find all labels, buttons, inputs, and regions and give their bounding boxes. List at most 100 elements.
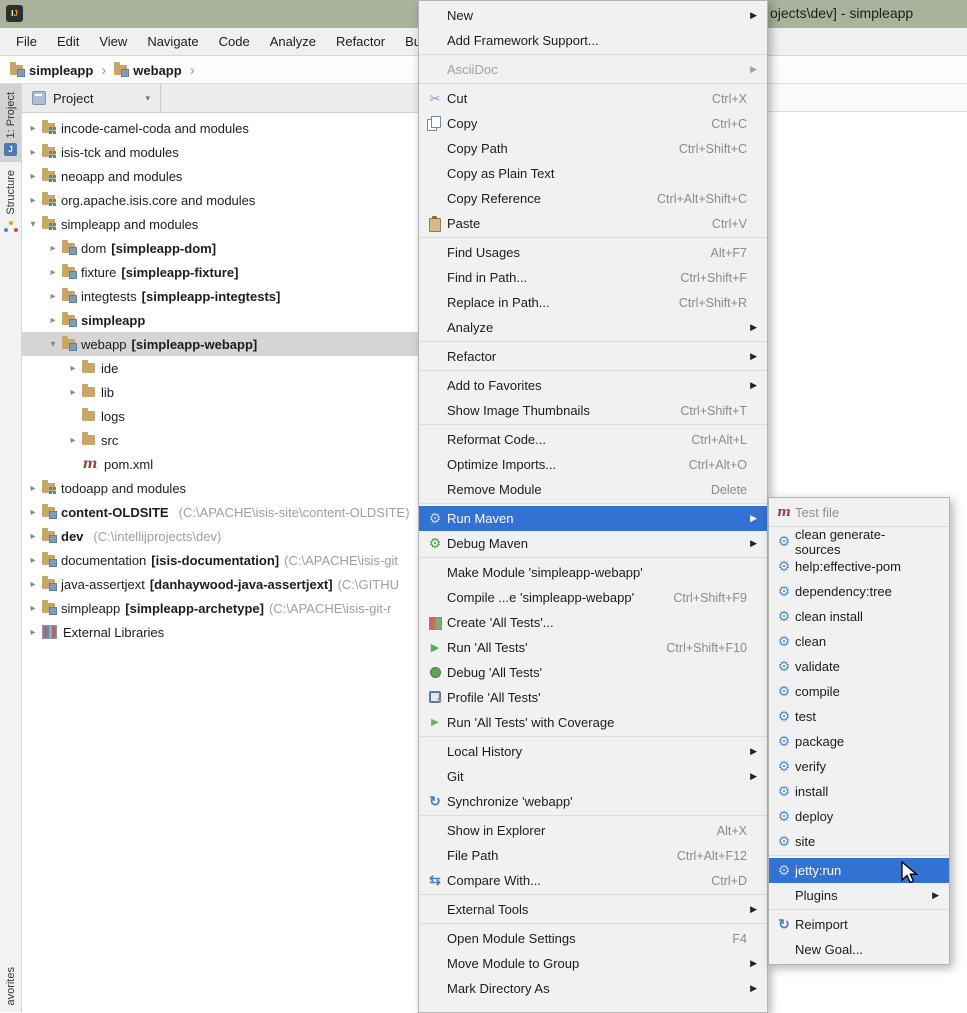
menu-item[interactable]: ⇆ Compare With... Ctrl+D (419, 868, 767, 893)
tree-row[interactable]: ▸ incode-camel-coda and modules (22, 116, 420, 140)
menu-item[interactable]: New ▶ (419, 3, 767, 28)
tree-row[interactable]: ▸ todoapp and modules (22, 476, 420, 500)
maven-goal-item[interactable]: ⚙ validate (769, 654, 949, 679)
tool-window-button[interactable]: avorites (0, 959, 21, 1012)
tree-row[interactable]: ▸ isis-tck and modules (22, 140, 420, 164)
menu-item[interactable]: AsciiDoc ▶ (419, 57, 767, 82)
menu-bar-item[interactable]: View (89, 34, 137, 49)
maven-goal-item[interactable]: m Test file (769, 500, 949, 525)
tree-expand-arrow-icon[interactable]: ▸ (24, 483, 42, 494)
menu-item[interactable]: ⚙ Debug Maven ▶ (419, 531, 767, 556)
tree-expand-arrow-icon[interactable]: ▸ (24, 531, 42, 542)
menu-item[interactable] (419, 340, 767, 344)
menu-item[interactable]: ✂ Cut Ctrl+X (419, 86, 767, 111)
menu-item[interactable]: Show in Explorer Alt+X (419, 818, 767, 843)
menu-item[interactable] (419, 423, 767, 427)
menu-item[interactable]: Copy as Plain Text (419, 161, 767, 186)
menu-item[interactable]: Copy Path Ctrl+Shift+C (419, 136, 767, 161)
menu-item[interactable]: External Tools ▶ (419, 897, 767, 922)
menu-item[interactable]: Show Image Thumbnails Ctrl+Shift+T (419, 398, 767, 423)
menu-item[interactable]: Find Usages Alt+F7 (419, 240, 767, 265)
tree-expand-arrow-icon[interactable]: ▸ (44, 291, 62, 302)
tree-row[interactable]: ▸ dom [simpleapp-dom] (22, 236, 420, 260)
maven-goal-item[interactable]: ⚙ verify (769, 754, 949, 779)
tree-expand-arrow-icon[interactable]: ▸ (24, 147, 42, 158)
tree-row[interactable]: ▸ simpleapp [simpleapp-archetype] (C:\AP… (22, 596, 420, 620)
menu-item[interactable]: Paste Ctrl+V (419, 211, 767, 236)
tree-row[interactable]: ▸ org.apache.isis.core and modules (22, 188, 420, 212)
menu-item[interactable]: Local History ▶ (419, 739, 767, 764)
tree-expand-arrow-icon[interactable]: ▾ (24, 219, 42, 230)
tree-row[interactable]: ▾ webapp [simpleapp-webapp] (22, 332, 420, 356)
menu-item[interactable]: Open Module Settings F4 (419, 926, 767, 951)
tool-window-button[interactable]: 1: Project J (0, 84, 21, 162)
menu-item[interactable]: Copy Reference Ctrl+Alt+Shift+C (419, 186, 767, 211)
maven-goal-item[interactable]: ⚙ dependency:tree (769, 579, 949, 604)
tree-row[interactable]: ▸ java-assertjext [danhaywood-java-asser… (22, 572, 420, 596)
tree-row[interactable]: ▸ neoapp and modules (22, 164, 420, 188)
breadcrumb-item[interactable]: simpleapp › (10, 62, 114, 79)
menu-bar-item[interactable]: Navigate (137, 34, 208, 49)
menu-item[interactable]: Add to Favorites ▶ (419, 373, 767, 398)
menu-item[interactable]: Remove Module Delete (419, 477, 767, 502)
menu-item[interactable]: File Path Ctrl+Alt+F12 (419, 843, 767, 868)
maven-goal-item[interactable] (769, 525, 949, 529)
maven-goal-item[interactable]: ↻ Reimport (769, 912, 949, 937)
tree-row[interactable]: ▸ fixture [simpleapp-fixture] (22, 260, 420, 284)
tree-row[interactable]: ▸ simpleapp (22, 308, 420, 332)
maven-goal-item[interactable] (769, 908, 949, 912)
menu-bar-item[interactable]: Refactor (326, 34, 395, 49)
menu-bar-item[interactable]: Analyze (260, 34, 326, 49)
maven-goal-item[interactable]: ⚙ package (769, 729, 949, 754)
menu-item[interactable]: Optimize Imports... Ctrl+Alt+O (419, 452, 767, 477)
tree-row[interactable]: ▸ dev (C:\intellijprojects\dev) (22, 524, 420, 548)
tree-row[interactable]: ▸ content-OLDSITE (C:\APACHE\isis-site\c… (22, 500, 420, 524)
tree-row[interactable]: logs (22, 404, 420, 428)
menu-item[interactable] (419, 236, 767, 240)
menu-bar-item[interactable]: File (6, 34, 47, 49)
tree-row[interactable]: ▸ lib (22, 380, 420, 404)
menu-item[interactable] (419, 502, 767, 506)
tree-expand-arrow-icon[interactable]: ▸ (24, 171, 42, 182)
tree-row[interactable]: m pom.xml (22, 452, 420, 476)
maven-goal-item[interactable]: ⚙ install (769, 779, 949, 804)
tree-row[interactable]: ▾ simpleapp and modules (22, 212, 420, 236)
menu-item[interactable]: Profile 'All Tests' (419, 685, 767, 710)
menu-item[interactable]: Reformat Code... Ctrl+Alt+L (419, 427, 767, 452)
tree-expand-arrow-icon[interactable]: ▸ (24, 627, 42, 638)
tree-expand-arrow-icon[interactable]: ▸ (24, 579, 42, 590)
menu-item[interactable] (419, 735, 767, 739)
tree-row[interactable]: ▸ External Libraries (22, 620, 420, 644)
menu-item[interactable]: ↻ Synchronize 'webapp' (419, 789, 767, 814)
menu-item[interactable] (419, 814, 767, 818)
menu-bar-item[interactable]: Code (209, 34, 260, 49)
menu-item[interactable] (419, 53, 767, 57)
menu-item[interactable]: Create 'All Tests'... (419, 610, 767, 635)
menu-item[interactable]: Replace in Path... Ctrl+Shift+R (419, 290, 767, 315)
tool-window-button[interactable]: Structure (0, 162, 21, 239)
menu-item[interactable]: Copy Ctrl+C (419, 111, 767, 136)
tree-expand-arrow-icon[interactable]: ▸ (44, 243, 62, 254)
tree-expand-arrow-icon[interactable]: ▸ (24, 555, 42, 566)
menu-item[interactable] (419, 369, 767, 373)
tree-expand-arrow-icon[interactable]: ▸ (44, 315, 62, 326)
tree-expand-arrow-icon[interactable]: ▸ (44, 267, 62, 278)
tree-expand-arrow-icon[interactable]: ▾ (44, 339, 62, 350)
menu-item[interactable]: Compile ...e 'simpleapp-webapp' Ctrl+Shi… (419, 585, 767, 610)
menu-item[interactable]: ⚙ Run Maven ▶ (419, 506, 767, 531)
menu-item[interactable] (419, 922, 767, 926)
menu-item[interactable]: Debug 'All Tests' (419, 660, 767, 685)
maven-goal-item[interactable]: ⚙ help:effective-pom (769, 554, 949, 579)
tree-expand-arrow-icon[interactable]: ▸ (24, 123, 42, 134)
maven-goal-item[interactable]: ⚙ clean install (769, 604, 949, 629)
tree-row[interactable]: ▸ documentation [isis-documentation] (C:… (22, 548, 420, 572)
tree-expand-arrow-icon[interactable]: ▸ (24, 603, 42, 614)
menu-item[interactable]: Make Module 'simpleapp-webapp' (419, 560, 767, 585)
tree-expand-arrow-icon[interactable]: ▸ (64, 435, 82, 446)
menu-item[interactable]: Mark Directory As ▶ (419, 976, 767, 1001)
menu-item[interactable]: Find in Path... Ctrl+Shift+F (419, 265, 767, 290)
menu-item[interactable]: ▶ Run 'All Tests' with Coverage (419, 710, 767, 735)
tree-row[interactable]: ▸ src (22, 428, 420, 452)
tree-expand-arrow-icon[interactable]: ▸ (64, 387, 82, 398)
maven-goal-item[interactable]: ⚙ clean generate-sources (769, 529, 949, 554)
